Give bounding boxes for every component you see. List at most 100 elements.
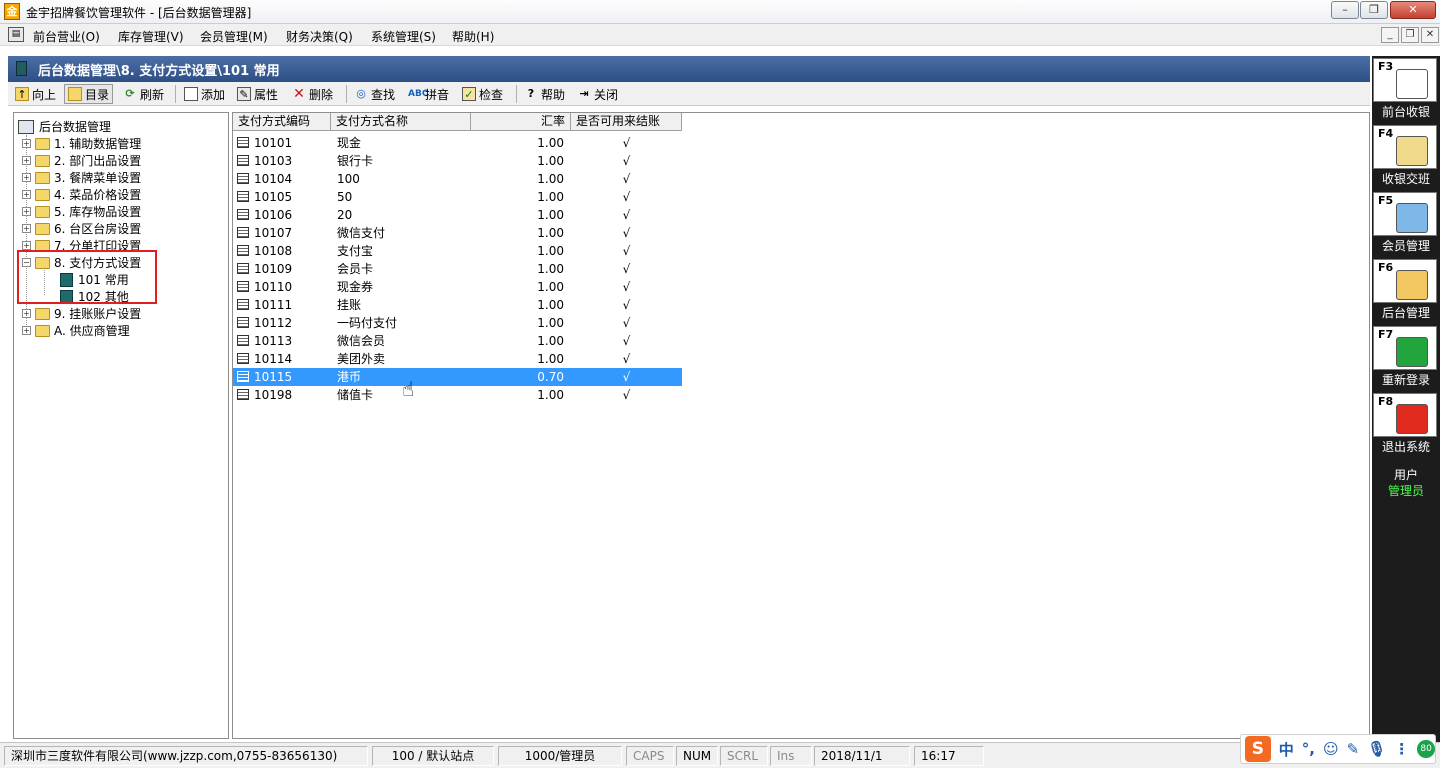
expand-icon[interactable]: +: [22, 241, 31, 250]
table-row[interactable]: 10104 100 1.00 √: [233, 170, 682, 188]
add-button[interactable]: 添加: [181, 84, 228, 104]
expand-icon[interactable]: +: [22, 139, 31, 148]
catalog-button[interactable]: 目录: [64, 84, 114, 104]
cell-rate: 1.00: [537, 244, 564, 258]
table-row[interactable]: 10107 微信支付 1.00 √: [233, 224, 682, 242]
refresh-button[interactable]: ⟳ 刷新: [120, 84, 167, 104]
menu-front-business[interactable]: 前台营业(O): [33, 28, 100, 45]
close-page-button[interactable]: ⇥ 关闭: [574, 84, 621, 104]
title-bar: 金 金宇招牌餐饮管理软件 - [后台数据管理器] – ❐ ✕: [0, 0, 1440, 24]
function-button-f7[interactable]: F7: [1373, 326, 1437, 370]
properties-button[interactable]: ✎ 属性: [234, 84, 281, 104]
pinyin-button[interactable]: ABC 拼音: [405, 84, 452, 104]
cell-name: 现金: [337, 136, 362, 150]
cell-usable: √: [622, 370, 631, 384]
menu-members[interactable]: 会员管理(M): [200, 28, 268, 45]
tree-root[interactable]: 后台数据管理: [18, 118, 111, 135]
refresh-label: 刷新: [140, 87, 165, 102]
table-row[interactable]: 10110 现金券 1.00 √: [233, 278, 682, 296]
table-row[interactable]: 10112 一码付支付 1.00 √: [233, 314, 682, 332]
tree-item-suppliers[interactable]: + A. 供应商管理: [22, 322, 130, 339]
expand-icon[interactable]: +: [22, 309, 31, 318]
find-button[interactable]: ◎ 查找: [351, 84, 398, 104]
tree-item-inventory[interactable]: + 5. 库存物品设置: [22, 203, 141, 220]
cell-usable: √: [622, 172, 631, 186]
expand-icon[interactable]: +: [22, 326, 31, 335]
microphone-icon[interactable]: 🎙: [1367, 740, 1386, 758]
function-button-f8[interactable]: F8: [1373, 393, 1437, 437]
tree-item-menu[interactable]: + 3. 餐牌菜单设置: [22, 169, 141, 186]
function-button-f6[interactable]: F6: [1373, 259, 1437, 303]
table-row[interactable]: 10106 20 1.00 √: [233, 206, 682, 224]
table-row[interactable]: 10113 微信会员 1.00 √: [233, 332, 682, 350]
mdi-close-button[interactable]: ✕: [1421, 27, 1439, 43]
cell-code: 10103: [233, 152, 331, 170]
minimize-button[interactable]: –: [1331, 1, 1359, 19]
cell-usable: √: [622, 262, 631, 276]
mdi-restore-button[interactable]: ❐: [1401, 27, 1419, 43]
expand-icon[interactable]: +: [22, 156, 31, 165]
grid-menu-icon[interactable]: ⋮: [1394, 740, 1409, 758]
expand-icon[interactable]: +: [22, 190, 31, 199]
table-row[interactable]: 10109 会员卡 1.00 √: [233, 260, 682, 278]
menu-inventory[interactable]: 库存管理(V): [118, 28, 184, 45]
expand-icon[interactable]: +: [22, 224, 31, 233]
pen-icon[interactable]: ✎: [1347, 740, 1360, 758]
up-button[interactable]: ↑ 向上: [12, 84, 59, 104]
column-header-usable[interactable]: 是否可用来结账: [571, 113, 682, 131]
toolbar-separator: [346, 85, 347, 103]
tree-item-tables[interactable]: + 6. 台区台房设置: [22, 220, 141, 237]
close-button[interactable]: ✕: [1390, 1, 1436, 19]
mdi-minimize-button[interactable]: _: [1381, 27, 1399, 43]
cell-code: 10108: [233, 242, 331, 260]
database-icon: [18, 119, 34, 134]
spellcheck-icon: ABC: [408, 89, 429, 99]
delete-button[interactable]: ✕ 删除: [289, 84, 336, 104]
expand-icon[interactable]: +: [22, 207, 31, 216]
table-row[interactable]: 10111 挂账 1.00 √: [233, 296, 682, 314]
app-icon: 金: [4, 3, 20, 20]
ime-badge[interactable]: 80: [1417, 740, 1435, 758]
function-button-f4[interactable]: F4: [1373, 125, 1437, 169]
menu-finance[interactable]: 财务决策(Q): [286, 28, 353, 45]
maximize-button[interactable]: ❐: [1360, 1, 1388, 19]
tree-item-price[interactable]: + 4. 菜品价格设置: [22, 186, 141, 203]
record-icon: [237, 245, 249, 256]
status-station: 100 / 默认站点: [372, 746, 494, 766]
menu-system[interactable]: 系统管理(S): [371, 28, 436, 45]
table-row[interactable]: 10198 储值卡 1.00 √: [233, 386, 682, 404]
document-icon[interactable]: ▤: [8, 27, 24, 42]
function-key-label: F4: [1378, 127, 1394, 140]
table-row[interactable]: 10103 银行卡 1.00 √: [233, 152, 682, 170]
column-header-name[interactable]: 支付方式名称: [331, 113, 471, 131]
tree-item-department[interactable]: + 2. 部门出品设置: [22, 152, 141, 169]
cell-code-text: 10103: [254, 154, 293, 168]
function-button-f5[interactable]: F5: [1373, 192, 1437, 236]
emoji-icon[interactable]: ☺: [1323, 740, 1339, 758]
table-row[interactable]: 10108 支付宝 1.00 √: [233, 242, 682, 260]
column-header-code[interactable]: 支付方式编码: [233, 113, 331, 131]
check-button[interactable]: ✓ 检查: [459, 84, 506, 104]
tree-item-auxiliary[interactable]: + 1. 辅助数据管理: [22, 135, 141, 152]
path-header: 后台数据管理\8. 支付方式设置\101 常用: [8, 56, 1370, 82]
column-header-rate[interactable]: 汇率: [471, 113, 571, 131]
cell-code-text: 10110: [254, 280, 293, 294]
cell-usable: √: [622, 136, 631, 150]
tree-item-accounts[interactable]: + 9. 挂账账户设置: [22, 305, 141, 322]
table-row[interactable]: 10101 现金 1.00 √: [233, 134, 682, 152]
grid-header: 支付方式编码 支付方式名称 汇率 是否可用来结账: [233, 113, 682, 131]
table-row[interactable]: 10114 美团外卖 1.00 √: [233, 350, 682, 368]
ime-language-toggle[interactable]: 中: [1279, 739, 1294, 760]
table-row[interactable]: 10105 50 1.00 √: [233, 188, 682, 206]
user-name: 管理员: [1387, 484, 1424, 498]
tools-icon: [1396, 270, 1428, 300]
sogou-logo-icon[interactable]: S: [1245, 736, 1271, 762]
expand-icon[interactable]: +: [22, 173, 31, 182]
table-row[interactable]: 10115 港币 0.70 √: [233, 368, 682, 386]
menu-help[interactable]: 帮助(H): [452, 28, 494, 45]
function-button-f3[interactable]: F3: [1373, 58, 1437, 102]
help-button[interactable]: ? 帮助: [521, 84, 568, 104]
folder-icon: [35, 307, 50, 320]
cell-name: 储值卡: [337, 388, 374, 402]
punctuation-icon[interactable]: °,: [1302, 740, 1315, 758]
